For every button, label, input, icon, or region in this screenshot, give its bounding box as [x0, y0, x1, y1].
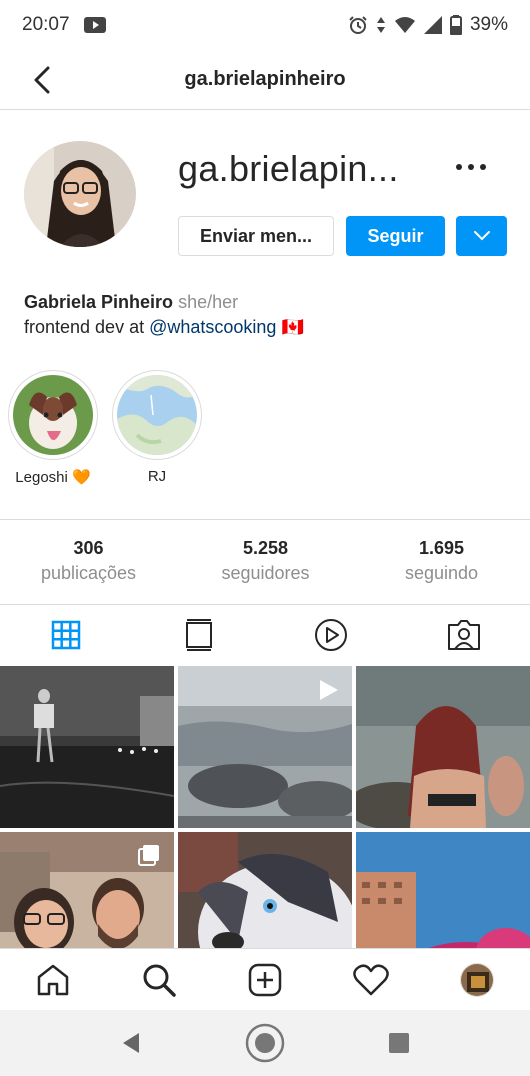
signal-icon	[423, 16, 442, 34]
stat-value: 5.258	[242, 538, 289, 558]
bio-flag: 🇨🇦	[281, 317, 304, 337]
profile-pronouns: she/her	[178, 292, 239, 312]
search-icon	[143, 964, 176, 997]
stat-posts[interactable]: 306 publicações	[0, 538, 177, 584]
new-post-icon	[248, 963, 282, 996]
posts-grid	[0, 666, 530, 948]
nav-profile[interactable]	[424, 962, 530, 997]
alarm-icon	[348, 15, 368, 35]
battery-icon	[449, 15, 462, 35]
nav-new-post[interactable]	[212, 963, 318, 997]
page-title: ga.brielapinheiro	[184, 68, 346, 90]
bio-mention-link[interactable]: @whatscooking	[149, 317, 276, 337]
highlight-label: RJ	[147, 468, 167, 485]
tab-reels[interactable]	[265, 605, 398, 665]
post-thumbnail[interactable]	[0, 832, 174, 948]
system-back-button[interactable]	[64, 1031, 198, 1055]
triangle-back-icon	[123, 1033, 139, 1053]
chevron-down-icon	[473, 231, 490, 241]
stat-followers[interactable]: 5.258 seguidores	[177, 538, 354, 584]
stat-value: 1.695	[418, 538, 465, 558]
youtube-icon	[83, 17, 106, 33]
back-arrow-icon	[34, 66, 50, 94]
highlight-cover	[13, 375, 93, 455]
system-navigation-bar	[0, 1010, 530, 1076]
profile-avatar-small	[460, 962, 494, 997]
more-options-button[interactable]	[446, 152, 496, 182]
battery-percent: 39%	[469, 14, 508, 35]
follow-button[interactable]: Seguir	[346, 216, 445, 256]
post-thumbnail[interactable]	[356, 832, 530, 948]
post-thumbnail[interactable]	[178, 666, 352, 828]
post-thumbnail[interactable]	[0, 666, 174, 828]
status-bar: 20:07 39%	[0, 0, 530, 50]
tab-tagged[interactable]	[398, 605, 530, 665]
nav-home[interactable]	[0, 963, 106, 997]
home-icon	[37, 964, 69, 995]
profile-username: ga.brielapin...	[178, 148, 399, 189]
post-thumbnail[interactable]	[178, 832, 352, 948]
bio-text: frontend dev at	[24, 317, 150, 337]
nav-activity[interactable]	[318, 963, 424, 996]
circle-home-icon	[245, 1023, 285, 1063]
stat-label: publicações	[40, 563, 137, 583]
tab-feed[interactable]	[133, 605, 266, 665]
feed-icon	[185, 619, 212, 651]
send-message-button[interactable]: Enviar men...	[178, 216, 334, 256]
profile-header: ga.brielapinheiro	[0, 50, 530, 110]
carousel-icon	[138, 845, 159, 866]
data-arrows-icon	[376, 16, 386, 34]
post-thumbnail[interactable]	[356, 666, 530, 828]
profile-tabs	[0, 605, 530, 665]
reels-icon	[315, 619, 348, 651]
tab-grid[interactable]	[0, 605, 133, 665]
system-recents-button[interactable]	[332, 1032, 466, 1054]
profile-stats: 306 publicações 5.258 seguidores 1.695 s…	[0, 519, 530, 605]
stat-value: 306	[73, 538, 104, 558]
stat-label: seguindo	[404, 563, 479, 583]
square-recents-icon	[389, 1033, 409, 1053]
profile-name: Gabriela Pinheiro	[24, 292, 174, 312]
profile-avatar[interactable]	[24, 141, 136, 247]
wifi-icon	[394, 16, 416, 34]
more-dots-icon	[456, 164, 462, 170]
video-icon	[320, 680, 338, 700]
profile-bio: Gabriela Pinheiro she/her frontend dev a…	[24, 290, 504, 340]
bottom-navigation	[0, 948, 530, 1010]
tagged-icon	[447, 620, 480, 650]
status-icons: 39%	[348, 14, 508, 36]
highlight-cover	[117, 375, 197, 455]
highlight-rj[interactable]: RJ	[112, 370, 202, 485]
suggestions-dropdown-button[interactable]	[456, 216, 507, 256]
highlight-label: Legoshi 🧡	[15, 469, 91, 486]
back-button[interactable]	[24, 62, 60, 98]
nav-search[interactable]	[106, 962, 212, 998]
system-home-button[interactable]	[198, 1022, 332, 1064]
stat-following[interactable]: 1.695 seguindo	[353, 538, 530, 584]
grid-icon	[52, 620, 81, 650]
heart-icon	[353, 963, 389, 995]
highlight-legoshi[interactable]: Legoshi 🧡	[8, 370, 98, 486]
stat-label: seguidores	[221, 563, 310, 583]
status-time: 20:07	[22, 14, 70, 35]
